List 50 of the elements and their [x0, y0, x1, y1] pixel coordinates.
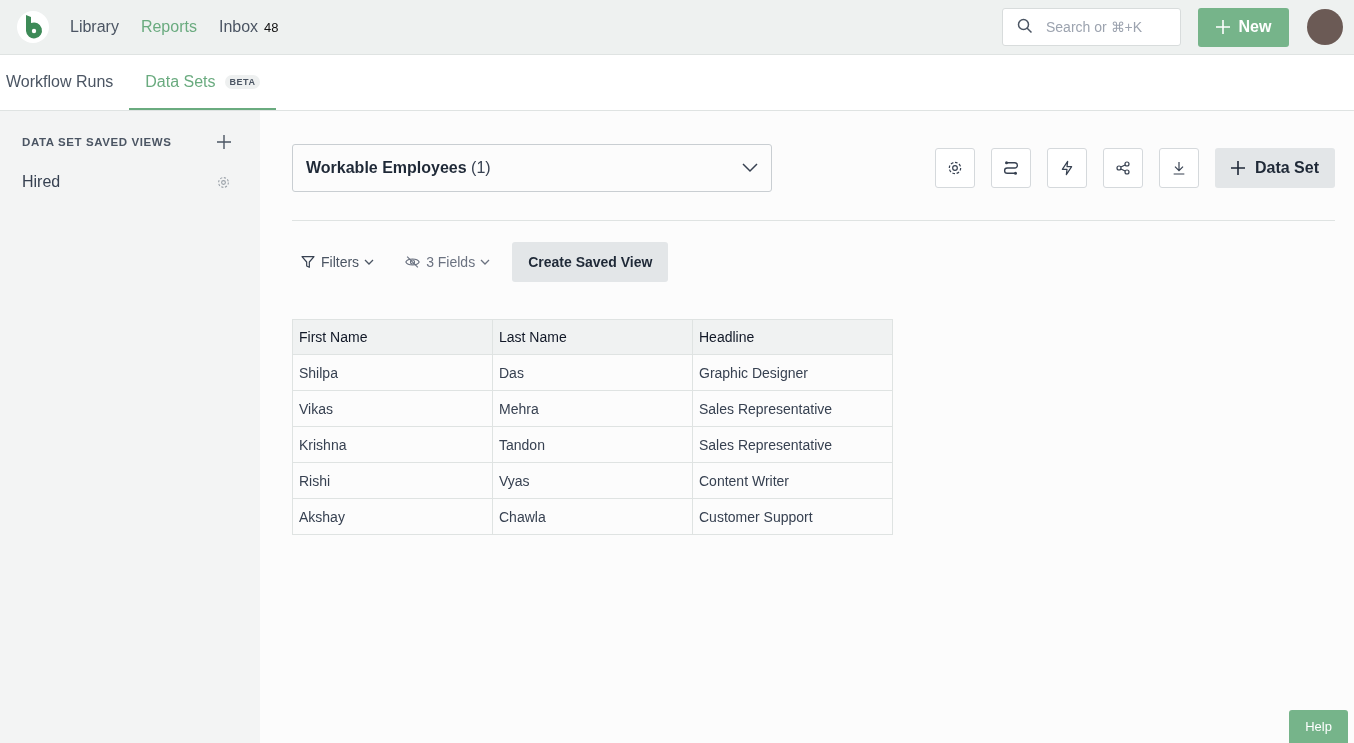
plus-icon — [1215, 20, 1230, 34]
search-field[interactable]: Search or ⌘+K — [1002, 8, 1181, 46]
settings-icon — [946, 160, 963, 176]
share-button[interactable] — [1102, 148, 1143, 188]
add-data-set-button[interactable]: Data Set — [1214, 148, 1335, 188]
table-cell: Tandon — [492, 426, 693, 463]
table-cell: Content Writer — [692, 462, 893, 499]
filters-dropdown[interactable]: Filters — [292, 254, 383, 270]
chevron-down-icon — [742, 163, 758, 173]
table-cell: Das — [492, 354, 693, 391]
table-cell: Rishi — [292, 462, 493, 499]
table-cell: Sales Representative — [692, 426, 893, 463]
logo-icon[interactable] — [17, 11, 49, 43]
table-cell: Chawla — [492, 498, 693, 535]
plus-icon — [1230, 161, 1245, 175]
table-cell: Vyas — [492, 462, 693, 499]
lightning-button[interactable] — [1046, 148, 1087, 188]
fields-dropdown[interactable]: 3 Fields — [396, 254, 499, 270]
section-heading: DATA SET SAVED VIEWS — [22, 136, 172, 148]
route-icon — [1001, 159, 1020, 177]
eye-slash-icon — [404, 254, 422, 270]
table-cell: Krishna — [292, 426, 493, 463]
tab[interactable]: Workflow Runs — [0, 55, 130, 110]
table-cell: Graphic Designer — [692, 354, 893, 391]
download-button[interactable] — [1158, 148, 1199, 188]
inbox-count: 48 — [264, 19, 279, 35]
filter-icon — [300, 254, 316, 270]
saved-view-link[interactable]: Hired — [22, 173, 61, 191]
nav-link[interactable]: Inbox — [218, 18, 259, 36]
chevron-down-icon — [364, 259, 375, 265]
beta-badge: BETA — [224, 74, 261, 89]
table-cell: Vikas — [292, 390, 493, 427]
column-header: First Name — [292, 319, 493, 355]
create-saved-view-button[interactable]: Create Saved View — [512, 242, 669, 282]
chevron-down-icon — [480, 259, 491, 265]
route-button[interactable] — [990, 148, 1031, 188]
table-cell: Sales Representative — [692, 390, 893, 427]
add-icon[interactable] — [217, 135, 231, 149]
settings-icon[interactable] — [217, 175, 230, 189]
column-header: Last Name — [492, 319, 693, 355]
table-cell: Shilpa — [292, 354, 493, 391]
nav-link[interactable]: Library — [70, 18, 119, 36]
dataset-dropdown[interactable]: Workable Employees (1) — [292, 144, 772, 192]
share-icon — [1114, 160, 1131, 176]
table-cell: Mehra — [492, 390, 693, 427]
table-cell: Akshay — [292, 498, 493, 535]
settings-button[interactable] — [934, 148, 975, 188]
table-cell: Customer Support — [692, 498, 893, 535]
column-header: Headline — [692, 319, 893, 355]
avatar[interactable] — [1307, 9, 1343, 45]
